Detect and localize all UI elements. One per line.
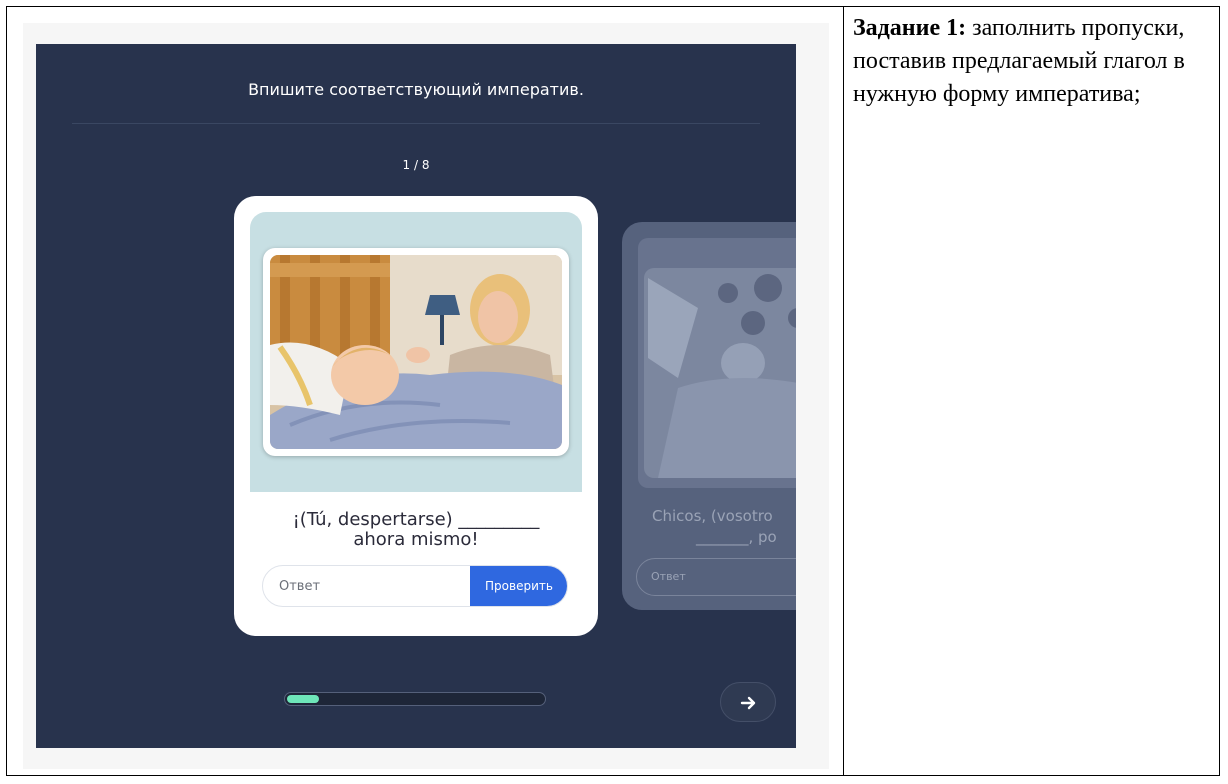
answer-input[interactable] <box>263 566 469 606</box>
arrow-right-icon <box>740 696 756 710</box>
progress-bar <box>284 692 546 706</box>
check-button[interactable]: Проверить <box>470 566 567 606</box>
instruction-text: Впишите соответствующий императив. <box>248 80 584 99</box>
next-card-question-line-1: Chicos, (vosotro <box>652 507 773 525</box>
mother-waking-child-photo <box>270 255 562 449</box>
exercise-widget: Впишите соответствующий императив. 1 / 8 <box>36 44 796 748</box>
progress-fill <box>287 695 319 703</box>
exercise-card: ¡(Tú, despertarse) _________ ahora mismo… <box>234 196 598 636</box>
next-card-photo <box>638 238 796 488</box>
next-card-preview[interactable]: Chicos, (vosotro _______, po Ответ <box>622 222 796 610</box>
photo-frame <box>263 248 569 456</box>
question-line-2: ahora mismo! <box>353 529 479 550</box>
card-image-panel <box>250 212 582 492</box>
table-divider <box>843 7 844 775</box>
task-heading: Задание 1: <box>853 15 967 41</box>
header-divider <box>72 123 760 124</box>
next-card-answer-field: Ответ <box>636 558 796 596</box>
next-card-answer-placeholder: Ответ <box>651 570 686 583</box>
answer-group: Проверить <box>262 565 568 607</box>
next-button[interactable] <box>720 682 776 722</box>
task-description: Задание 1: заполнить пропуски, поставив … <box>853 12 1203 111</box>
question-text: ¡(Tú, despertarse) _________ ahora mismo… <box>250 510 582 550</box>
card-counter: 1 / 8 <box>402 158 430 172</box>
question-line-1: ¡(Tú, despertarse) _________ <box>292 509 540 530</box>
next-card-question-line-2: _______, po <box>696 528 777 546</box>
